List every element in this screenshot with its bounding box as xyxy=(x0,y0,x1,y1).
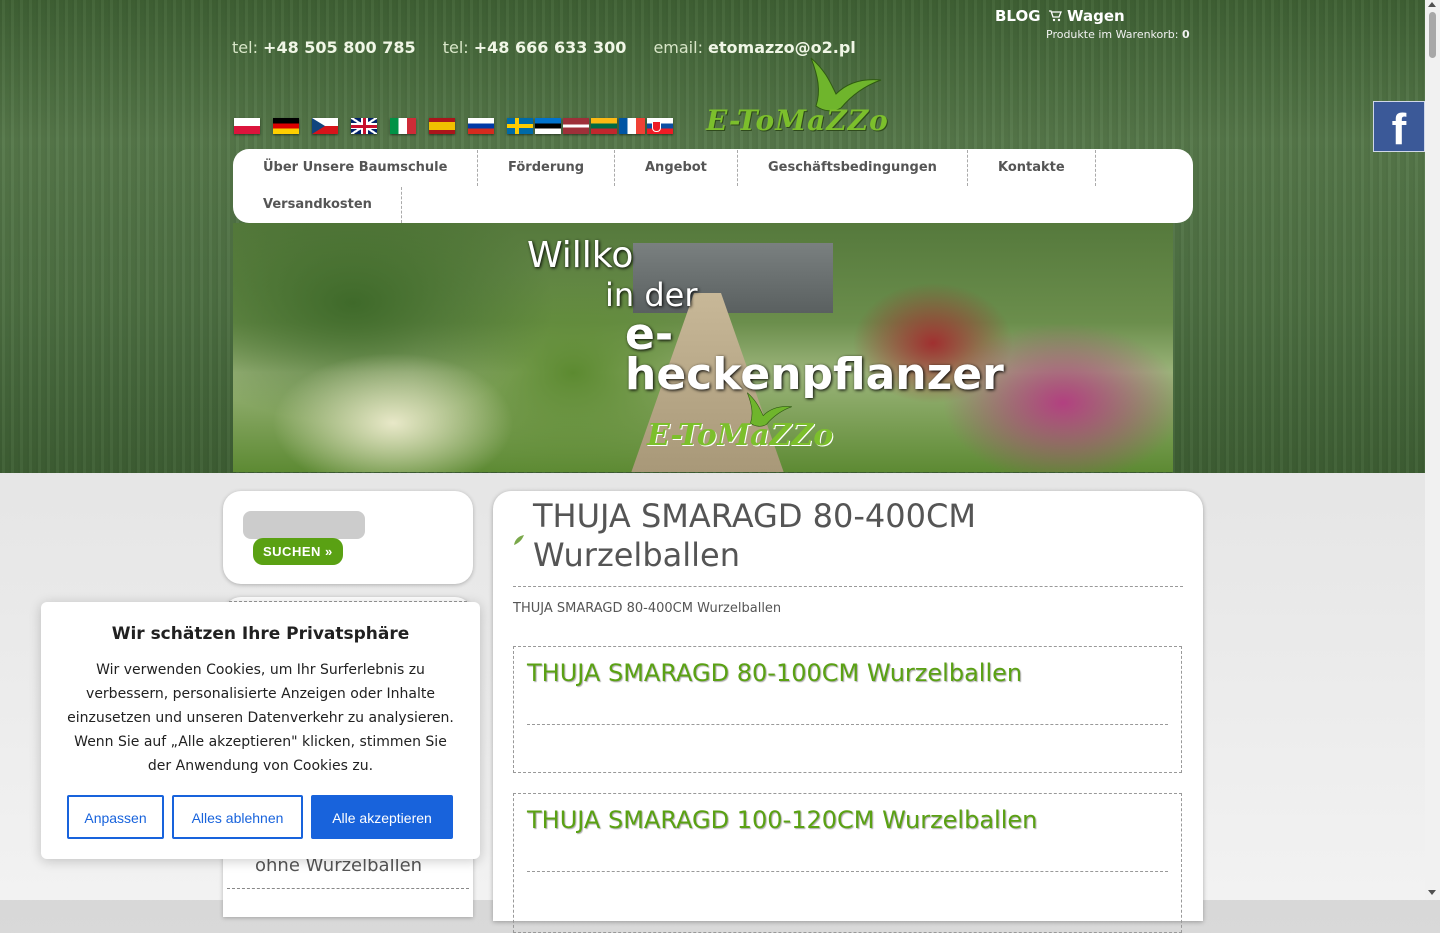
phone-2-label: tel: xyxy=(442,38,469,57)
cart-count-value: 0 xyxy=(1181,28,1190,41)
nav-item-baumschule[interactable]: Über Unsere Baumschule xyxy=(263,160,447,175)
nav-item-angebot[interactable]: Angebot xyxy=(645,160,707,175)
nav-item-foerderung[interactable]: Förderung xyxy=(508,160,584,175)
product-divider xyxy=(527,871,1168,872)
sidebar-divider xyxy=(227,888,469,889)
nav-separator xyxy=(614,150,615,186)
phone-1[interactable]: tel: +48 505 800 785 xyxy=(232,38,416,57)
flag-ru-icon[interactable] xyxy=(468,118,494,134)
flag-es-icon[interactable] xyxy=(429,118,455,134)
cookie-consent-dialog: Wir schätzen Ihre Privatsphäre Wir verwe… xyxy=(41,602,480,859)
facebook-button[interactable]: f xyxy=(1373,101,1425,154)
page-title: THUJA SMARAGD 80-400CM Wurzelballen xyxy=(533,497,976,574)
scrollbar-thumb[interactable] xyxy=(1429,12,1436,58)
cookie-text: Wir verwenden Cookies, um Ihr Surferlebn… xyxy=(67,662,454,774)
facebook-icon: f xyxy=(1391,104,1407,154)
nav-separator xyxy=(401,187,402,223)
product-card[interactable]: THUJA SMARAGD 80-100CM Wurzelballen xyxy=(513,646,1182,773)
flag-de-icon[interactable] xyxy=(273,118,299,134)
nav-item-geschaeftsbedingungen[interactable]: Geschäftsbedingungen xyxy=(768,160,937,175)
site-logo[interactable]: E-ToMaZZo xyxy=(706,56,906,146)
cart-link[interactable]: Wagen xyxy=(1067,7,1125,25)
blog-link[interactable]: BLOG xyxy=(995,7,1041,25)
phone-1-label: tel: xyxy=(232,38,258,57)
scroll-down-icon[interactable] xyxy=(1428,890,1436,895)
phone-2-value[interactable]: +48 666 633 300 xyxy=(474,38,627,57)
nav-separator xyxy=(477,150,478,186)
nav-item-versandkosten[interactable]: Versandkosten xyxy=(263,197,372,212)
email-label: email: xyxy=(653,38,703,57)
page-scrollbar[interactable] xyxy=(1425,0,1440,900)
phone-2[interactable]: tel: +48 666 633 300 xyxy=(443,38,627,57)
nav-item-kontakte[interactable]: Kontakte xyxy=(998,160,1065,175)
cart-icon[interactable] xyxy=(1048,9,1062,22)
flag-fr-icon[interactable] xyxy=(619,118,645,134)
cookie-accept-button[interactable]: Alle akzeptieren xyxy=(311,795,453,839)
flag-lt-icon[interactable] xyxy=(591,118,617,134)
scroll-up-icon[interactable] xyxy=(1428,2,1436,7)
main-content: THUJA SMARAGD 80-400CM Wurzelballen THUJ… xyxy=(493,491,1203,933)
search-button[interactable]: SUCHEN » xyxy=(253,538,343,565)
leaf-icon xyxy=(514,535,524,545)
flag-lv-icon[interactable] xyxy=(563,118,589,134)
flag-it-icon[interactable] xyxy=(390,118,416,134)
flag-se-icon[interactable] xyxy=(507,118,533,134)
phone-1-value[interactable]: +48 505 800 785 xyxy=(263,38,416,57)
flag-sk-icon[interactable] xyxy=(647,118,673,134)
banner-logo-text: E-ToMaZZo xyxy=(647,418,834,453)
flag-ee-icon[interactable] xyxy=(535,118,561,134)
email[interactable]: email: etomazzo@o2.pl xyxy=(653,38,855,57)
nav-separator xyxy=(1095,150,1096,186)
flag-pl-icon[interactable] xyxy=(234,118,260,134)
language-flags xyxy=(234,118,675,134)
cart-count-label: Produkte im Warenkorb: xyxy=(1046,28,1179,41)
flag-cz-icon[interactable] xyxy=(312,118,338,134)
nav-separator xyxy=(737,150,738,186)
main-nav: Über Unsere Baumschule Förderung Angebot… xyxy=(233,149,1193,223)
search-widget: SUCHEN » xyxy=(223,491,473,584)
title-divider xyxy=(513,586,1183,587)
nav-separator xyxy=(967,150,968,186)
cookie-title: Wir schätzen Ihre Privatsphäre xyxy=(111,624,410,644)
email-value[interactable]: etomazzo@o2.pl xyxy=(708,38,856,57)
banner-line-3b: heckenpflanzer xyxy=(625,349,1004,400)
product-divider xyxy=(527,724,1168,725)
cookie-customize-button[interactable]: Anpassen xyxy=(67,795,164,839)
search-input[interactable] xyxy=(243,511,365,539)
cart-count: Produkte im Warenkorb: 0 xyxy=(1046,28,1190,41)
flag-gb-icon[interactable] xyxy=(351,118,377,134)
product-title[interactable]: THUJA SMARAGD 100-120CM Wurzelballen xyxy=(527,806,1037,834)
product-title[interactable]: THUJA SMARAGD 80-100CM Wurzelballen xyxy=(527,659,1022,687)
cart-area: BLOG Wagen Produkte im Warenkorb: 0 xyxy=(995,7,1190,41)
category-description: THUJA SMARAGD 80-400CM Wurzelballen xyxy=(513,601,782,616)
hero-banner: Willko in der e-heckenpflanzer E-ToMaZZo xyxy=(233,223,1173,472)
cookie-reject-button[interactable]: Alles ablehnen xyxy=(172,795,303,839)
banner-line-3: e-heckenpflanzer xyxy=(625,313,1004,397)
contact-bar: tel: +48 505 800 785 tel: +48 666 633 30… xyxy=(232,38,878,57)
logo-text: E-ToMaZZo xyxy=(706,104,889,137)
product-card[interactable]: THUJA SMARAGD 100-120CM Wurzelballen xyxy=(513,793,1182,933)
banner-line-1: Willko xyxy=(527,235,634,276)
